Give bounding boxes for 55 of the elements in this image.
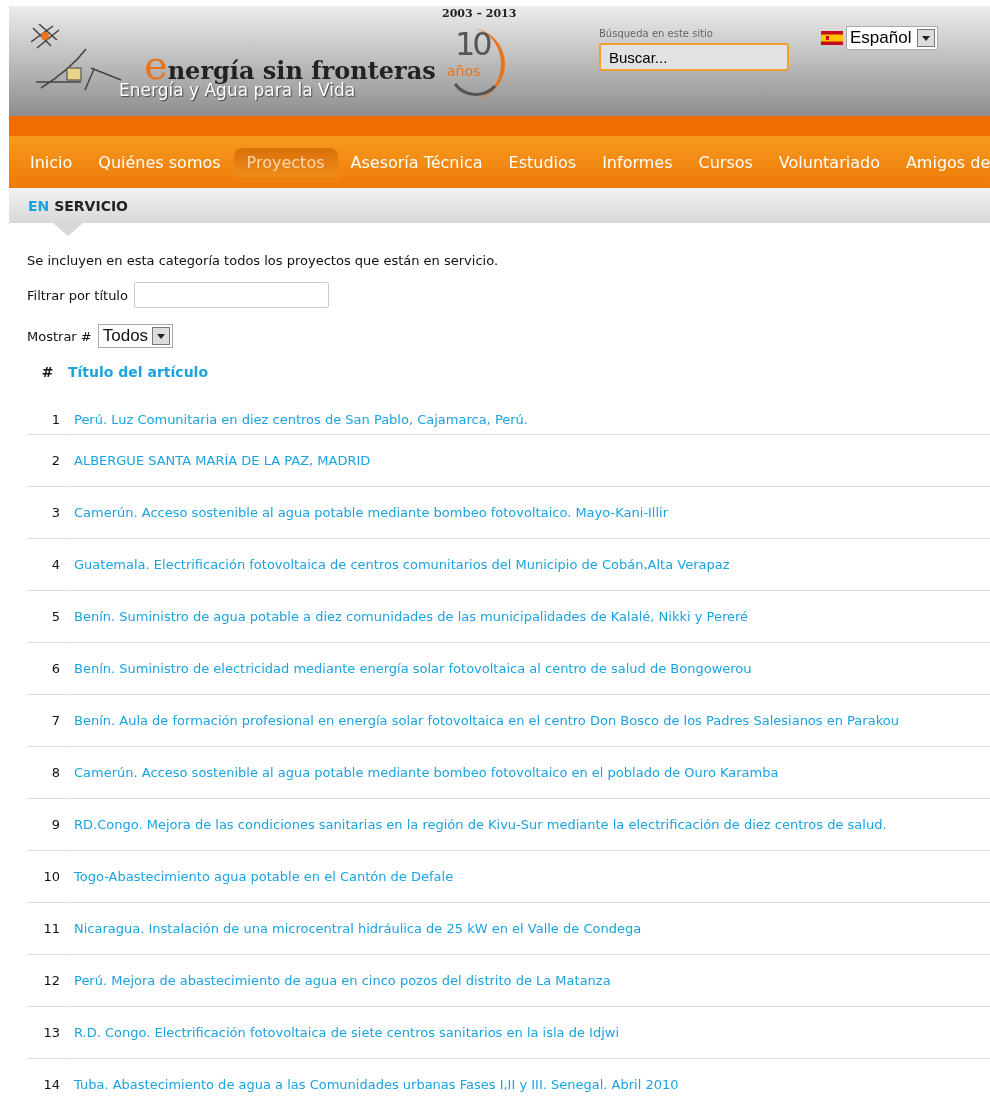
anniversary-number: 10 — [455, 28, 490, 60]
article-link[interactable]: Perú. Mejora de abastecimiento de agua en cinco pozos del distrito de La Matanza — [74, 973, 611, 988]
search-label: Búsqueda en este sitio — [599, 28, 714, 39]
article-link[interactable]: Perú. Luz Comunitaria en diez centros de San Pablo, Cajamarca, Perú. — [74, 411, 528, 427]
article-link[interactable]: RD.Congo. Mejora de las condiciones sanitarias en la región de Kivu-Sur mediante la electrificación de diez centros de salud. — [74, 817, 887, 832]
nav-tab[interactable]: Amigos de — [892, 147, 990, 177]
article-link[interactable]: R.D. Congo. Electrificación fotovoltaica de siete centros sanitarios en la isla de Idjwi — [74, 1025, 620, 1040]
article-link[interactable]: Camerún. Acceso sostenible al agua potable mediante bombeo fotovoltaico en el poblado de Ouro Karamba — [74, 765, 779, 780]
dropdown-arrow-icon — [157, 333, 166, 339]
row-number: 11 — [43, 921, 60, 936]
row-number: 2 — [51, 453, 60, 468]
page-heading: EN SERVICIO — [28, 197, 128, 214]
row-number: 3 — [51, 505, 60, 520]
row-number: 1 — [51, 411, 60, 427]
nav-tab[interactable]: Inicio — [17, 147, 86, 177]
row-number: 8 — [51, 765, 60, 780]
article-link[interactable]: Benín. Suministro de agua potable a diez comunidades de las municipalidades de Kalalé, Nikki y Pereré — [74, 609, 748, 624]
pointer-icon — [53, 223, 83, 236]
row-number: 9 — [51, 817, 60, 832]
nav-tab[interactable]: Cursos — [685, 147, 766, 177]
row-number: 14 — [43, 1077, 60, 1092]
language-select[interactable]: Español — [846, 26, 939, 50]
display-label: Mostrar # — [27, 328, 92, 344]
nav-tab[interactable]: Proyectos — [233, 147, 338, 177]
article-link[interactable]: Benín. Aula de formación profesional en energía solar fotovoltaica en el centro Don Bosco de los Padres Salesianos en Parakou — [74, 713, 899, 728]
flag-icon — [821, 31, 843, 45]
article-link[interactable]: ALBERGUE SANTA MARÍA DE LA PAZ, MADRID — [74, 453, 371, 468]
nav-tab[interactable]: Asesoría Técnica — [337, 147, 496, 177]
row-number: 4 — [51, 557, 60, 572]
display-select[interactable]: Todos — [97, 324, 174, 348]
row-number: 10 — [43, 869, 60, 884]
column-header: # — [41, 364, 54, 380]
row-number: 13 — [43, 1025, 60, 1040]
intro-text: Se incluyen en esta categoría todos los proyectos que están en servicio. — [27, 253, 500, 268]
article-link[interactable]: Camerún. Acceso sostenible al agua potable mediante bombeo fotovoltaico. Mayo-Kani-Illir — [74, 505, 668, 520]
search-field[interactable]: Buscar... — [599, 43, 789, 71]
anniversary-word: años — [447, 64, 481, 78]
nav-tab[interactable]: Informes — [589, 147, 686, 177]
dropdown-arrow-icon — [922, 35, 931, 41]
nav-tab[interactable]: Voluntariado — [765, 147, 893, 177]
anniversary-years: 2003 – 2013 — [442, 7, 517, 20]
filter-label: Filtrar por título — [27, 287, 128, 303]
article-link[interactable]: Togo-Abastecimiento agua potable en el Cantón de Defale — [74, 869, 454, 884]
filter-field[interactable] — [133, 282, 329, 308]
column-header[interactable]: Título del artículo — [68, 364, 208, 380]
row-number: 6 — [51, 661, 60, 676]
article-link[interactable]: Tuba. Abastecimiento de agua a las Comunidades urbanas Fases I,II y III. Senegal. Abril 2010 — [74, 1077, 679, 1092]
article-link[interactable]: Nicaragua. Instalación de una microcentral hidráulica de 25 kW en el Valle de Condega — [74, 921, 642, 936]
nav-tab[interactable]: Quiénes somos — [85, 147, 234, 177]
nav-tab[interactable]: Estudios — [495, 147, 590, 177]
article-link[interactable]: Benín. Suministro de electricidad mediante energía solar fotovoltaica al centro de salud de Bongowerou — [74, 661, 752, 676]
row-number: 12 — [43, 973, 60, 988]
row-number: 7 — [51, 713, 60, 728]
article-link[interactable]: Guatemala. Electrificación fotovoltaica de centros comunitarios del Municipio de Cobán,Alta Verapaz — [74, 557, 730, 572]
row-number: 5 — [51, 609, 60, 624]
